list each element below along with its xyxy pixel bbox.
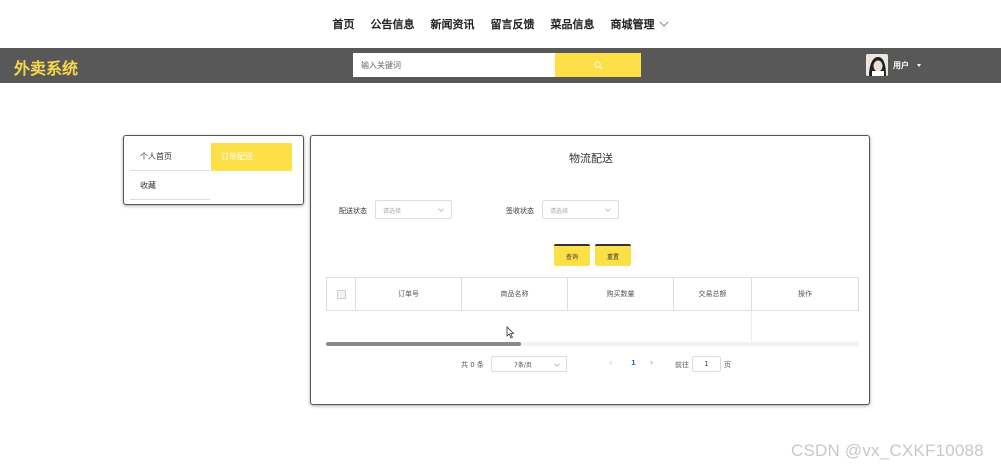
column-header-quantity: 购买数量 xyxy=(568,278,674,310)
orders-table: 订单号 商品名称 购买数量 交易总额 操作 xyxy=(326,277,859,345)
nav-feedback[interactable]: 留言反馈 xyxy=(491,16,535,32)
fixed-column-divider xyxy=(751,311,752,343)
user-menu[interactable]: 用户 xyxy=(866,52,921,78)
page-unit-label: 页 xyxy=(724,361,731,369)
side-menu-item-profile[interactable]: 个人首页 xyxy=(130,143,210,171)
side-menu-item-favorites[interactable]: 收藏 xyxy=(130,172,210,200)
user-avatar-image xyxy=(866,54,888,76)
next-page-button[interactable]: › xyxy=(650,358,653,367)
column-header-product-name: 商品名称 xyxy=(462,278,568,310)
select-all-cell xyxy=(327,278,356,310)
query-button[interactable]: 查询 xyxy=(554,244,590,266)
search-input[interactable] xyxy=(353,53,555,77)
prev-page-button[interactable]: ‹ xyxy=(609,358,612,367)
pagination-total: 共 0 条 xyxy=(461,361,484,369)
caret-down-icon xyxy=(917,63,921,67)
brand-logo-text: 外卖系统 xyxy=(14,59,79,78)
page-number-current[interactable]: 1 xyxy=(631,359,636,367)
select-all-checkbox[interactable] xyxy=(336,289,346,299)
goto-label: 前往 xyxy=(675,361,689,369)
sign-status-select[interactable]: 请选择 xyxy=(542,200,619,219)
search-button[interactable] xyxy=(555,53,641,77)
scrollbar-thumb[interactable] xyxy=(326,342,521,346)
search-bar xyxy=(353,53,641,77)
goto-page-input[interactable] xyxy=(692,356,721,372)
reset-button[interactable]: 重置 xyxy=(595,244,631,266)
top-nav: 首页 公告信息 新闻资讯 留言反馈 菜品信息 商城管理 xyxy=(0,0,1001,48)
avatar xyxy=(866,54,888,76)
search-icon xyxy=(593,60,602,69)
table-horizontal-scrollbar[interactable] xyxy=(326,342,859,346)
chevron-down-icon xyxy=(438,208,444,212)
nav-dishes[interactable]: 菜品信息 xyxy=(551,16,595,32)
column-header-actions: 操作 xyxy=(798,290,812,298)
column-header-total: 交易总额 xyxy=(674,278,752,310)
delivery-status-label: 配送状态 xyxy=(339,207,367,215)
watermark-text: CSDN @vx_CXKF10088 xyxy=(791,441,984,460)
mouse-cursor-icon xyxy=(506,326,515,339)
delivery-status-placeholder: 请选择 xyxy=(383,208,402,215)
user-name: 用户 xyxy=(893,60,909,70)
nav-mall-management-label: 商城管理 xyxy=(610,18,655,31)
delivery-status-select[interactable]: 请选择 xyxy=(375,200,452,219)
chevron-down-icon xyxy=(554,363,560,367)
header-bar: 外卖系统 用户 xyxy=(0,48,1001,83)
side-menu: 个人首页 订单配送 收藏 xyxy=(123,135,304,205)
nav-home[interactable]: 首页 xyxy=(333,16,355,32)
page-title: 物流配送 xyxy=(569,152,613,165)
nav-mall-management[interactable]: 商城管理 xyxy=(611,16,669,32)
chevron-down-icon xyxy=(659,21,668,27)
table-body-empty xyxy=(326,311,859,343)
nav-news[interactable]: 新闻资讯 xyxy=(431,16,475,32)
table-header: 订单号 商品名称 购买数量 交易总额 操作 xyxy=(326,277,859,311)
column-header-order-no: 订单号 xyxy=(356,278,462,310)
page-size-select[interactable]: 7条/页 xyxy=(491,356,567,372)
sign-status-label: 签收状态 xyxy=(506,207,534,215)
sign-status-placeholder: 请选择 xyxy=(550,208,569,215)
nav-announcements[interactable]: 公告信息 xyxy=(371,16,415,32)
logistics-panel: 物流配送 配送状态 请选择 签收状态 请选择 查询 重置 订单号 商品名称 购买… xyxy=(310,135,870,405)
side-menu-item-delivery[interactable]: 订单配送 xyxy=(211,143,292,171)
page-size-value: 7条/页 xyxy=(514,362,532,369)
chevron-down-icon xyxy=(605,208,611,212)
